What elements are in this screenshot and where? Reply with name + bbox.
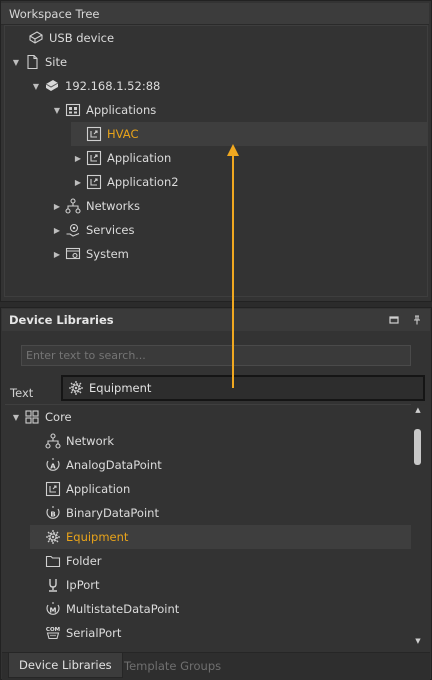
library-item-label: AnalogDataPoint <box>66 458 162 472</box>
tree-item-label: Application2 <box>107 175 179 189</box>
workspace-tree-header: Workspace Tree <box>1 3 429 25</box>
expand-arrow-icon[interactable]: ▶ <box>71 154 85 163</box>
tab-template-groups[interactable]: Template Groups <box>114 653 231 678</box>
serial-port-icon: COM <box>44 625 62 641</box>
library-item-serialport[interactable]: COM SerialPort <box>30 621 411 645</box>
drag-ghost-label: Equipment <box>89 381 152 395</box>
ip-port-icon <box>44 577 62 593</box>
analog-datapoint-icon: A <box>44 457 62 473</box>
library-item-label: SerialPort <box>66 626 122 640</box>
device-libraries-panel: Device Libraries Text ▼ Core Network <box>0 307 432 680</box>
tree-item-site[interactable]: ▼ Site <box>9 50 427 74</box>
tree-item-label: HVAC <box>107 127 139 141</box>
site-icon <box>23 54 41 70</box>
library-item-label: BinaryDataPoint <box>66 506 159 520</box>
expand-arrow-icon[interactable]: ▼ <box>9 413 23 422</box>
pin-icon[interactable] <box>411 314 423 326</box>
svg-text:COM: COM <box>46 627 60 633</box>
expand-arrow-icon[interactable]: ▼ <box>29 82 43 91</box>
tree-item-label: Networks <box>86 199 141 213</box>
tab-label: Template Groups <box>124 658 222 673</box>
multistate-datapoint-icon: M <box>44 601 62 617</box>
library-item-ipport[interactable]: IpPort <box>30 573 411 597</box>
tree-item-networks[interactable]: ▶ Networks <box>50 194 427 218</box>
svg-text:B: B <box>50 511 55 519</box>
library-item-label: Equipment <box>66 530 129 544</box>
core-grid-icon <box>23 409 41 425</box>
device-library-tree: ▼ Core Network A AnalogDataPoint Applica… <box>5 404 425 648</box>
workspace-tree: USB device ▼ Site ▼ 192.168.1.52:88 ▼ Ap… <box>4 25 428 297</box>
tree-item-label: 192.168.1.52:88 <box>65 79 161 93</box>
tree-item-usb-device[interactable]: USB device <box>13 26 427 50</box>
expand-arrow-icon[interactable]: ▼ <box>50 106 64 115</box>
library-item-binarydatapoint[interactable]: B BinaryDataPoint <box>30 501 411 525</box>
tree-item-label: USB device <box>49 31 115 45</box>
svg-text:M: M <box>50 607 57 615</box>
networks-icon <box>64 198 82 214</box>
library-item-analogdatapoint[interactable]: A AnalogDataPoint <box>30 453 411 477</box>
library-search-input[interactable] <box>21 345 411 366</box>
library-item-label: Network <box>66 434 115 448</box>
library-item-network[interactable]: Network <box>30 429 411 453</box>
library-item-folder[interactable]: Folder <box>30 549 411 573</box>
application-icon <box>85 150 103 166</box>
application-icon <box>85 126 103 142</box>
tab-label: Device Libraries <box>19 658 112 672</box>
tree-item-applications[interactable]: ▼ Applications <box>50 98 427 122</box>
svg-text:A: A <box>50 463 56 471</box>
tree-item-hvac[interactable]: HVAC <box>71 122 427 146</box>
tree-item-label: Applications <box>86 103 157 117</box>
device-libraries-title: Device Libraries <box>9 313 114 327</box>
scroll-down-icon[interactable]: ▼ <box>412 637 424 647</box>
usb-device-icon <box>27 30 45 46</box>
library-item-label: Application <box>66 482 131 496</box>
tree-item-system[interactable]: ▶ System <box>50 242 427 266</box>
library-item-label: Core <box>45 410 72 424</box>
device-libraries-header: Device Libraries <box>2 309 430 331</box>
equipment-gear-icon <box>67 380 85 396</box>
network-icon <box>44 433 62 449</box>
services-icon <box>64 222 82 238</box>
maximize-icon[interactable] <box>388 314 400 326</box>
expand-arrow-icon[interactable]: ▶ <box>50 250 64 259</box>
application-icon <box>44 481 62 497</box>
library-item-equipment[interactable]: Equipment <box>30 525 411 549</box>
tree-item-device[interactable]: ▼ 192.168.1.52:88 <box>29 74 427 98</box>
tree-item-label: Site <box>45 55 68 69</box>
tree-item-application[interactable]: ▶ Application <box>71 146 427 170</box>
bottom-tab-bar: Device Libraries Template Groups <box>2 652 430 680</box>
expand-arrow-icon[interactable]: ▶ <box>71 178 85 187</box>
applications-folder-icon <box>64 102 82 118</box>
library-item-core[interactable]: ▼ Core <box>9 405 411 429</box>
tree-item-label: System <box>86 247 129 261</box>
scroll-up-icon[interactable]: ▲ <box>412 406 424 416</box>
scrollbar-thumb[interactable] <box>414 429 421 465</box>
workspace-tree-title: Workspace Tree <box>9 7 100 21</box>
library-item-label: Folder <box>66 554 102 568</box>
drag-ghost-equipment: Equipment <box>61 375 425 401</box>
expand-arrow-icon[interactable]: ▶ <box>50 226 64 235</box>
folder-icon <box>44 553 62 569</box>
tree-item-services[interactable]: ▶ Services <box>50 218 427 242</box>
library-item-label: IpPort <box>66 578 100 592</box>
library-item-label: MultistateDataPoint <box>66 602 180 616</box>
device-icon <box>43 78 61 94</box>
tree-item-label: Application <box>107 151 172 165</box>
column-header-text[interactable]: Text <box>10 386 33 400</box>
application-icon <box>85 174 103 190</box>
system-icon <box>64 246 82 262</box>
expand-arrow-icon[interactable]: ▼ <box>9 58 23 67</box>
tree-item-application2[interactable]: ▶ Application2 <box>71 170 427 194</box>
equipment-gear-icon <box>44 529 62 545</box>
tab-device-libraries[interactable]: Device Libraries <box>8 653 123 678</box>
library-item-application[interactable]: Application <box>30 477 411 501</box>
expand-arrow-icon[interactable]: ▶ <box>50 202 64 211</box>
binary-datapoint-icon: B <box>44 505 62 521</box>
tree-item-label: Services <box>86 223 135 237</box>
library-item-multistatedatapoint[interactable]: M MultistateDataPoint <box>30 597 411 621</box>
